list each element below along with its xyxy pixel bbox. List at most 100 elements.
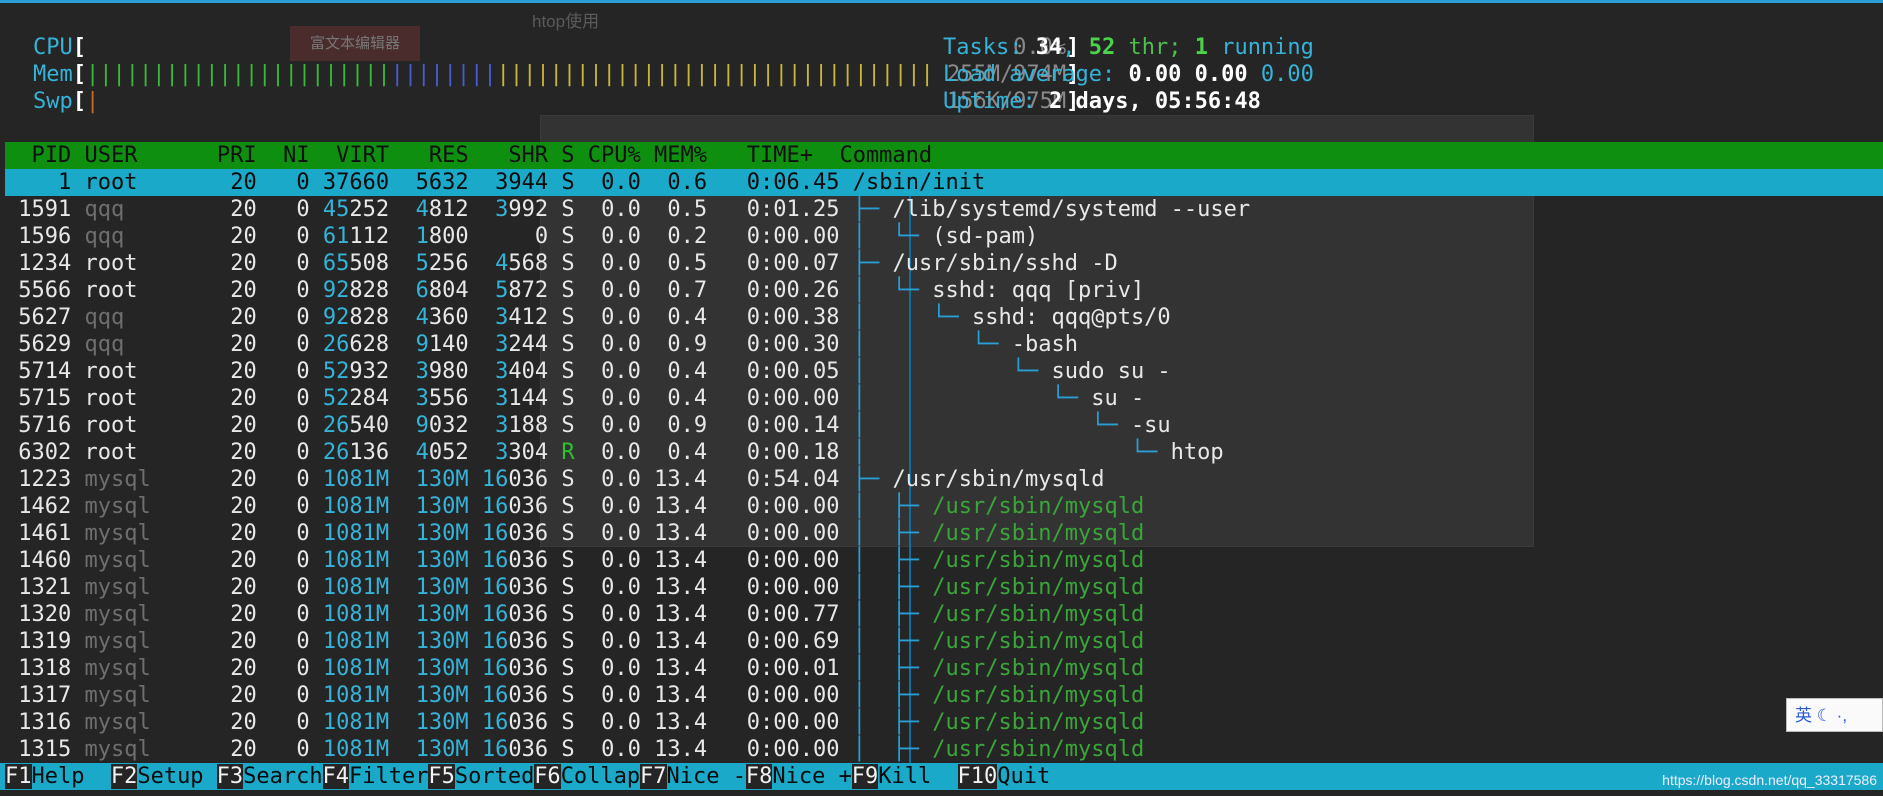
- tree-branch: │ ├─: [852, 494, 933, 519]
- mem-bar-used: |||||||||||||||||||||||: [86, 62, 391, 87]
- ime-indicator[interactable]: 英 ☾ ·,: [1786, 698, 1883, 732]
- virt-cell: 1081M: [322, 467, 390, 492]
- user-cell: root: [84, 170, 204, 195]
- priority-cell: 20 0: [203, 251, 323, 276]
- table-row[interactable]: 1321 mysql 20 0 1081M 130M 16036 S 0.0 1…: [5, 574, 1883, 601]
- fkey-filter[interactable]: F4Filter: [322, 763, 429, 790]
- priority-cell: 20 0: [203, 575, 323, 600]
- pad: [402, 251, 415, 276]
- shr-cell-rest: 036: [508, 548, 562, 573]
- table-row[interactable]: 1591 qqq 20 0 45252 4812 3992 S 0.0 0.5 …: [5, 196, 1883, 223]
- pad: [482, 305, 495, 330]
- pid-cell: 5627: [5, 305, 85, 330]
- pad: [402, 278, 415, 303]
- table-row[interactable]: 6302 root 20 0 26136 4052 3304 R 0.0 0.4…: [5, 439, 1883, 466]
- table-row[interactable]: 1317 mysql 20 0 1081M 130M 16036 S 0.0 1…: [5, 682, 1883, 709]
- res-cell-rest: 360: [428, 305, 482, 330]
- table-row[interactable]: 5716 root 20 0 26540 9032 3188 S 0.0 0.9…: [5, 412, 1883, 439]
- load-label: Load average:: [943, 62, 1129, 87]
- fkey-quit[interactable]: F10Quit: [957, 763, 1051, 790]
- priority-cell: 20 0: [203, 467, 323, 492]
- fkey-label: Nice -: [666, 764, 747, 789]
- virt-cell-rest: 284: [349, 386, 403, 411]
- res-cell: 130M: [415, 737, 469, 762]
- table-row[interactable]: 1 root 20 0 37660 5632 3944 S 0.0 0.6 0:…: [5, 169, 1883, 196]
- state-cell: S: [561, 494, 575, 519]
- res-cell: 4: [415, 440, 429, 465]
- state-cell: S: [561, 683, 575, 708]
- shr-cell: 16: [481, 494, 509, 519]
- virt-cell: 1081M: [322, 602, 390, 627]
- shr-cell-rest: 412: [508, 305, 562, 330]
- table-row[interactable]: 1315 mysql 20 0 1081M 130M 16036 S 0.0 1…: [5, 736, 1883, 763]
- table-row[interactable]: 1460 mysql 20 0 1081M 130M 16036 S 0.0 1…: [5, 547, 1883, 574]
- fkey-nice[interactable]: F7Nice -: [640, 763, 746, 790]
- shr-cell: 5: [495, 278, 509, 303]
- table-row[interactable]: 5714 root 20 0 52932 3980 3404 S 0.0 0.4…: [5, 358, 1883, 385]
- shr-cell-rest: 036: [508, 602, 562, 627]
- fkey-key: F2: [110, 764, 138, 789]
- table-row[interactable]: 5629 qqq 20 0 26628 9140 3244 S 0.0 0.9 …: [5, 331, 1883, 358]
- table-row[interactable]: 1320 mysql 20 0 1081M 130M 16036 S 0.0 1…: [5, 601, 1883, 628]
- tree-branch: ├─: [852, 197, 893, 222]
- fkey-label: Quit: [997, 764, 1051, 789]
- window-top-border: [0, 0, 1883, 3]
- res-cell: 4: [415, 197, 429, 222]
- res-cell-rest: [469, 548, 482, 573]
- res-cell: 130M: [415, 683, 469, 708]
- table-row[interactable]: 1223 mysql 20 0 1081M 130M 16036 S 0.0 1…: [5, 466, 1883, 493]
- meter-swp: Swp[| 156K/975M]: [33, 88, 1079, 115]
- table-row[interactable]: 1596 qqq 20 0 61112 1800 0 S 0.0 0.2 0:0…: [5, 223, 1883, 250]
- pid-cell: 1223: [5, 467, 85, 492]
- res-cell-rest: 052: [428, 440, 482, 465]
- state-cell: S: [561, 413, 575, 438]
- fkey-help[interactable]: F1Help: [5, 763, 111, 790]
- user-cell: mysql: [84, 494, 204, 519]
- fkey-kill[interactable]: F9Kill: [851, 763, 958, 790]
- table-row[interactable]: 5627 qqq 20 0 92828 4360 3412 S 0.0 0.4 …: [5, 304, 1883, 331]
- fkey-setup[interactable]: F2Setup: [110, 763, 217, 790]
- table-row[interactable]: 1319 mysql 20 0 1081M 130M 16036 S 0.0 1…: [5, 628, 1883, 655]
- pad: [402, 386, 415, 411]
- thread-count: 52: [1088, 35, 1116, 60]
- fkey-key: F3: [216, 764, 244, 789]
- load-15min: 0.00: [1260, 62, 1314, 87]
- priority-cell: 20 0: [203, 359, 323, 384]
- tree-branch: │ └─: [852, 332, 1012, 357]
- table-row[interactable]: 1461 mysql 20 0 1081M 130M 16036 S 0.0 1…: [5, 520, 1883, 547]
- pid-cell: 1461: [5, 521, 85, 546]
- virt-cell: 26: [322, 413, 350, 438]
- table-row[interactable]: 1462 mysql 20 0 1081M 130M 16036 S 0.0 1…: [5, 493, 1883, 520]
- shr-cell-rest: 036: [508, 494, 562, 519]
- table-header[interactable]: PID USER PRI NI VIRT RES SHR S CPU% MEM%…: [5, 142, 1883, 169]
- table-row[interactable]: 1234 root 20 0 65508 5256 4568 S 0.0 0.5…: [5, 250, 1883, 277]
- pad: [402, 737, 415, 762]
- table-row[interactable]: 5566 root 20 0 92828 6804 5872 S 0.0 0.7…: [5, 277, 1883, 304]
- meter-label: CPU: [33, 35, 73, 60]
- table-row[interactable]: 5715 root 20 0 52284 3556 3144 S 0.0 0.4…: [5, 385, 1883, 412]
- fkey-sorted[interactable]: F5Sorted: [428, 763, 534, 790]
- virt-cell: 37660: [322, 170, 403, 195]
- virt-cell: 92: [322, 305, 350, 330]
- process-table[interactable]: PID USER PRI NI VIRT RES SHR S CPU% MEM%…: [5, 142, 1883, 763]
- user-cell: root: [84, 251, 204, 276]
- table-row[interactable]: 1316 mysql 20 0 1081M 130M 16036 S 0.0 1…: [5, 709, 1883, 736]
- fkey-nice[interactable]: F8Nice +: [745, 763, 852, 790]
- pid-cell: 5714: [5, 359, 85, 384]
- pad: [402, 656, 415, 681]
- meter-bracket-open: [: [72, 35, 86, 60]
- table-row[interactable]: 1318 mysql 20 0 1081M 130M 16036 S 0.0 1…: [5, 655, 1883, 682]
- command-cell: /usr/sbin/sshd -D: [892, 251, 1118, 276]
- state-cell: S: [561, 737, 575, 762]
- meter-label: Mem: [33, 62, 73, 87]
- pad: [402, 467, 415, 492]
- pad: [402, 521, 415, 546]
- fkey-key: F7: [640, 764, 667, 789]
- state-cell: S: [561, 386, 575, 411]
- shr-cell: 16: [481, 548, 509, 573]
- fkey-search[interactable]: F3Search: [216, 763, 323, 790]
- fkey-collap[interactable]: F6Collap: [534, 763, 640, 790]
- virt-cell-rest: [389, 602, 402, 627]
- res-cell-rest: [469, 629, 482, 654]
- fkey-label: Sorted: [454, 764, 535, 789]
